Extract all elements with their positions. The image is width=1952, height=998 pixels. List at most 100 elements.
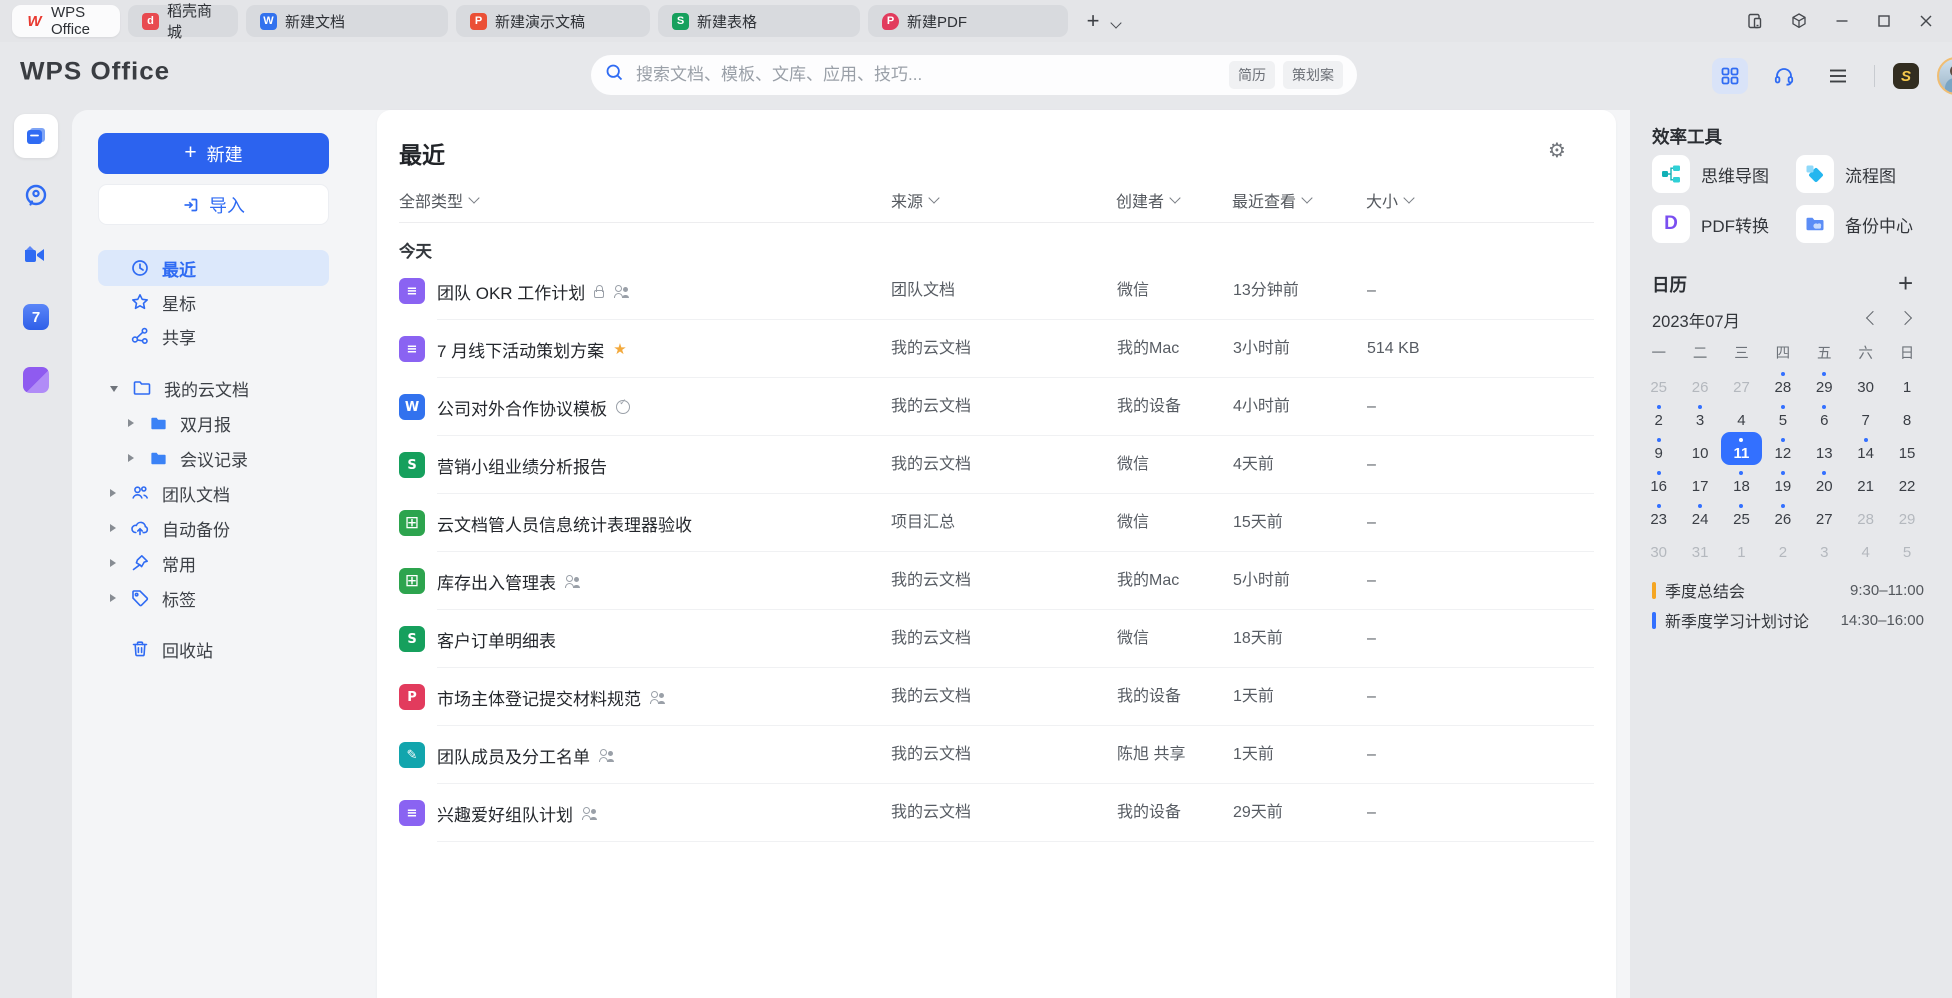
- add-event-button[interactable]: +: [1898, 268, 1913, 299]
- calendar-day[interactable]: 9: [1638, 432, 1679, 465]
- file-row[interactable]: ≡ 兴趣爱好组队计划 我的云文档 我的设备 29天前 –: [399, 784, 1594, 842]
- tab-wps-office[interactable]: W WPS Office: [12, 5, 120, 37]
- rail-chat-button[interactable]: [14, 173, 58, 217]
- calendar-day[interactable]: 30: [1638, 531, 1679, 564]
- rail-meeting-button[interactable]: [14, 233, 58, 277]
- calendar-day[interactable]: 22: [1886, 465, 1927, 498]
- calendar-day[interactable]: 13: [1804, 432, 1845, 465]
- calendar-day[interactable]: 17: [1679, 465, 1720, 498]
- close-button[interactable]: [1918, 13, 1934, 29]
- maximize-button[interactable]: [1876, 13, 1892, 29]
- calendar-day[interactable]: 28: [1762, 366, 1803, 399]
- file-row[interactable]: W 公司对外合作协议模板 我的云文档 我的设备 4小时前 –: [399, 378, 1594, 436]
- calendar-day[interactable]: 6: [1804, 399, 1845, 432]
- settings-gear-icon[interactable]: ⚙: [1548, 138, 1566, 162]
- calendar-day[interactable]: 12: [1762, 432, 1803, 465]
- calendar-day[interactable]: 18: [1721, 465, 1762, 498]
- calendar-day[interactable]: 15: [1886, 432, 1927, 465]
- minimize-button[interactable]: [1834, 13, 1850, 29]
- calendar-day[interactable]: 27: [1804, 498, 1845, 531]
- sidebar-item-recent[interactable]: 最近: [98, 250, 329, 286]
- search-tag-proposal[interactable]: 策划案: [1283, 61, 1343, 89]
- calendar-day[interactable]: 25: [1721, 498, 1762, 531]
- sidebar-item-meeting-notes[interactable]: 会议记录: [98, 440, 329, 476]
- calendar-day[interactable]: 1: [1721, 531, 1762, 564]
- file-row[interactable]: ✎ 团队成员及分工名单 我的云文档 陈旭 共享 1天前 –: [399, 726, 1594, 784]
- main-menu-button[interactable]: [1820, 58, 1856, 94]
- next-month-button[interactable]: [1898, 311, 1912, 325]
- prev-month-button[interactable]: [1866, 311, 1880, 325]
- calendar-day[interactable]: 16: [1638, 465, 1679, 498]
- rail-apps-button[interactable]: [14, 358, 58, 402]
- sidebar-item-bimonthly-report[interactable]: 双月报: [98, 405, 329, 441]
- calendar-day[interactable]: 4: [1721, 399, 1762, 432]
- calendar-day[interactable]: 14: [1845, 432, 1886, 465]
- calendar-day[interactable]: 21: [1845, 465, 1886, 498]
- rail-docs-button[interactable]: [14, 114, 58, 158]
- sidebar-item-recycle-bin[interactable]: 回收站: [98, 631, 329, 667]
- calendar-day[interactable]: 27: [1721, 366, 1762, 399]
- filter-creator[interactable]: 创建者: [1116, 189, 1179, 211]
- file-row[interactable]: ⊞ 云文档管人员信息统计表理器验收 项目汇总 微信 15天前 –: [399, 494, 1594, 552]
- calendar-day[interactable]: 26: [1762, 498, 1803, 531]
- calendar-event[interactable]: 新季度学习计划讨论 14:30–16:00: [1652, 607, 1924, 633]
- calendar-day[interactable]: 23: [1638, 498, 1679, 531]
- calendar-event[interactable]: 季度总结会 9:30–11:00: [1652, 577, 1924, 603]
- sidebar-item-starred[interactable]: 星标: [98, 284, 329, 320]
- file-row[interactable]: ≡ 团队 OKR 工作计划 团队文档 微信 13分钟前 –: [399, 262, 1594, 320]
- sidebar-item-team-docs[interactable]: 团队文档: [98, 475, 329, 511]
- filter-source[interactable]: 来源: [891, 189, 938, 211]
- mobile-connect-icon[interactable]: [1746, 12, 1764, 30]
- filter-size[interactable]: 大小: [1366, 189, 1413, 211]
- calendar-day[interactable]: 4: [1845, 531, 1886, 564]
- tree-expand-arrow[interactable]: [110, 386, 118, 392]
- user-avatar[interactable]: [1937, 57, 1952, 95]
- sidebar-item-tags[interactable]: 标签: [98, 580, 329, 616]
- tree-collapsed-arrow[interactable]: [110, 559, 116, 567]
- tree-collapsed-arrow[interactable]: [128, 419, 134, 427]
- calendar-day[interactable]: 10: [1679, 432, 1720, 465]
- file-row[interactable]: S 客户订单明细表 我的云文档 微信 18天前 –: [399, 610, 1594, 668]
- tree-collapsed-arrow[interactable]: [110, 594, 116, 602]
- tab-new-spreadsheet[interactable]: S 新建表格: [658, 5, 860, 37]
- tree-collapsed-arrow[interactable]: [128, 454, 134, 462]
- calendar-day[interactable]: 5: [1886, 531, 1927, 564]
- file-row[interactable]: S 营销小组业绩分析报告 我的云文档 微信 4天前 –: [399, 436, 1594, 494]
- file-row[interactable]: P 市场主体登记提交材料规范 我的云文档 我的设备 1天前 –: [399, 668, 1594, 726]
- rail-calendar-button[interactable]: 7: [14, 295, 58, 339]
- search-bar[interactable]: 简历 策划案: [591, 55, 1357, 95]
- tree-collapsed-arrow[interactable]: [110, 524, 116, 532]
- sidebar-item-my-cloud-docs[interactable]: 我的云文档: [98, 370, 329, 406]
- calendar-day[interactable]: 31: [1679, 531, 1720, 564]
- sidebar-item-auto-backup[interactable]: 自动备份: [98, 510, 329, 546]
- calendar-day[interactable]: 2: [1638, 399, 1679, 432]
- calendar-day[interactable]: 20: [1804, 465, 1845, 498]
- new-file-button[interactable]: +新建: [98, 133, 329, 174]
- tab-docer-store[interactable]: d 稻壳商城: [128, 5, 238, 37]
- filter-all-types[interactable]: 全部类型: [399, 189, 478, 211]
- calendar-day[interactable]: 25: [1638, 366, 1679, 399]
- calendar-day[interactable]: 3: [1679, 399, 1720, 432]
- search-tag-resume[interactable]: 简历: [1229, 61, 1275, 89]
- filter-last-viewed[interactable]: 最近查看: [1232, 189, 1311, 211]
- file-row[interactable]: ⊞ 库存出入管理表 我的云文档 我的Mac 5小时前 –: [399, 552, 1594, 610]
- calendar-day[interactable]: 11: [1721, 432, 1762, 465]
- apps-grid-button[interactable]: [1712, 58, 1748, 94]
- calendar-day[interactable]: 29: [1804, 366, 1845, 399]
- tool-pdf-convert[interactable]: D PDF转换: [1652, 205, 1792, 243]
- membership-badge[interactable]: S: [1893, 63, 1919, 89]
- calendar-day[interactable]: 2: [1762, 531, 1803, 564]
- tab-new-presentation[interactable]: P 新建演示文稿: [456, 5, 650, 37]
- support-headset-button[interactable]: [1766, 58, 1802, 94]
- import-button[interactable]: 导入: [98, 184, 329, 225]
- calendar-day[interactable]: 30: [1845, 366, 1886, 399]
- calendar-day[interactable]: 1: [1886, 366, 1927, 399]
- tool-backup-center[interactable]: 备份中心: [1796, 205, 1936, 243]
- calendar-day[interactable]: 3: [1804, 531, 1845, 564]
- tree-collapsed-arrow[interactable]: [110, 489, 116, 497]
- tab-list-dropdown[interactable]: [1112, 14, 1120, 32]
- calendar-day[interactable]: 26: [1679, 366, 1720, 399]
- calendar-day[interactable]: 28: [1845, 498, 1886, 531]
- sidebar-item-shared[interactable]: 共享: [98, 318, 329, 354]
- calendar-day[interactable]: 5: [1762, 399, 1803, 432]
